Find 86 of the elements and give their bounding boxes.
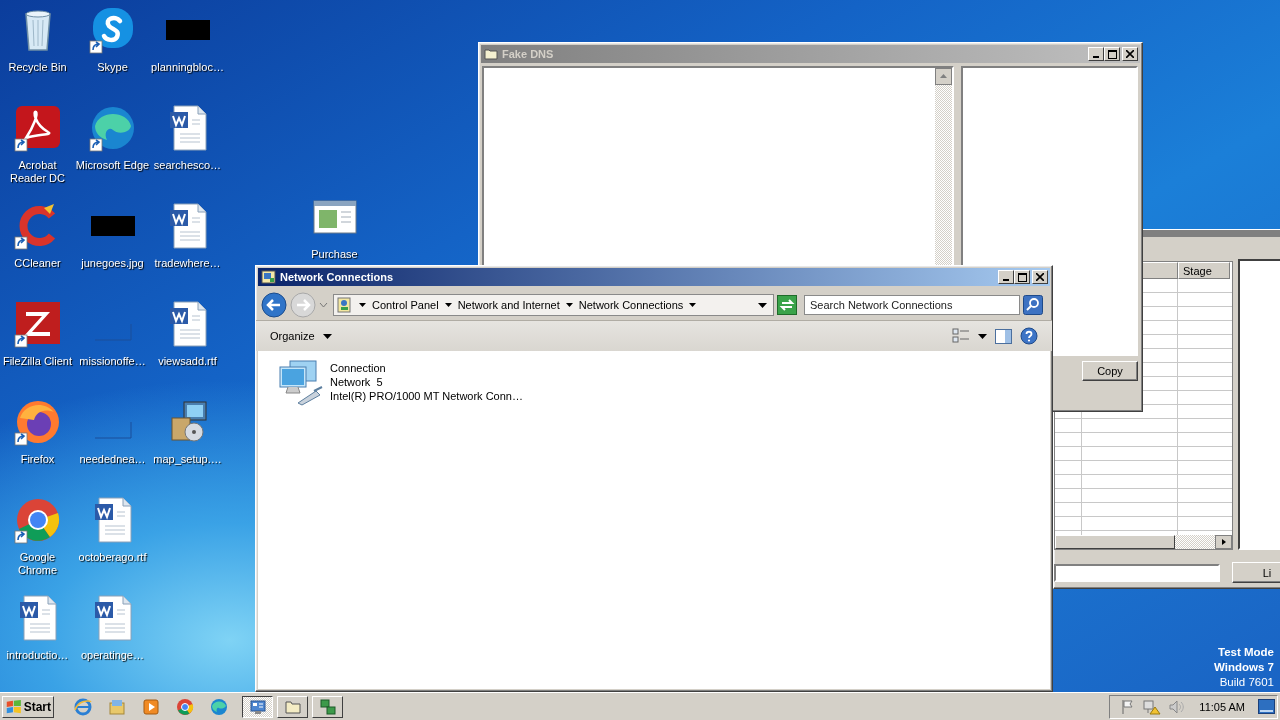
address-bar[interactable]: Control Panel Network and Internet Network Connections — [333, 294, 774, 316]
control-panel-icon — [337, 297, 353, 313]
help-icon[interactable] — [1020, 327, 1038, 345]
close-button[interactable] — [1032, 270, 1048, 284]
icon-label: Microsoft Edge — [75, 159, 150, 172]
search-button[interactable] — [1023, 295, 1043, 315]
system-watermark-text: Test Mode — [1218, 645, 1274, 660]
icon-label: operatinge… — [80, 649, 145, 662]
column-header[interactable] — [1142, 262, 1178, 279]
breadcrumb-item[interactable]: Control Panel — [372, 299, 439, 311]
dropdown-caret-icon[interactable] — [758, 302, 767, 308]
icon-label: missionoffe… — [78, 355, 147, 368]
copy-button[interactable]: Copy — [1082, 361, 1138, 381]
horizontal-scrollbar[interactable] — [1055, 535, 1232, 549]
close-button[interactable] — [1122, 47, 1138, 61]
action-button[interactable]: Li — [1232, 562, 1280, 583]
wave-logo-icon[interactable] — [88, 104, 137, 152]
icon-label: planningbloc… — [150, 61, 225, 74]
caret-icon[interactable] — [444, 303, 452, 307]
clock[interactable]: 11:05 AM — [1199, 700, 1245, 713]
icon-label: octoberago.rtf — [77, 551, 148, 564]
window-icon — [261, 270, 276, 284]
maximize-button[interactable] — [1104, 47, 1120, 61]
caret-icon[interactable] — [359, 303, 366, 307]
icon-label: Google Chrome — [16, 551, 59, 577]
preview-pane-icon[interactable] — [995, 328, 1012, 344]
icon-label: map_setup.… — [152, 453, 223, 466]
input-field[interactable] — [1054, 563, 1220, 582]
icon-label: viewsadd.rtf — [157, 355, 218, 368]
icon-label: needednea… — [78, 453, 147, 466]
system-watermark-text: Windows 7 — [1214, 660, 1274, 675]
icon-label: introductio… — [5, 649, 70, 662]
pdf-logo-icon[interactable] — [13, 104, 62, 152]
connection-name: Connection — [330, 361, 387, 375]
network-window-icon — [249, 698, 266, 715]
window-icon — [484, 48, 498, 60]
search-field[interactable]: Search Network Connections — [804, 295, 1020, 315]
icon-label: Purchase — [310, 248, 359, 261]
minimize-button[interactable] — [1088, 47, 1104, 61]
icon-label: Recycle Bin — [7, 61, 68, 74]
window-title: Network Connections — [280, 271, 394, 283]
breadcrumb-item[interactable]: Network and Internet — [457, 299, 560, 311]
maximize-button[interactable] — [1014, 270, 1030, 284]
browser-e-icon[interactable] — [74, 697, 92, 716]
maximize-icon — [1017, 272, 1027, 282]
fox-globe-icon[interactable] — [13, 398, 62, 446]
maximize-icon — [1107, 49, 1117, 59]
show-desktop-button[interactable] — [1258, 699, 1275, 714]
scroll-right-button[interactable] — [1215, 535, 1232, 549]
zigzag-logo-icon[interactable] — [13, 300, 62, 348]
column-header[interactable]: Stage — [1178, 262, 1230, 279]
caret-icon[interactable] — [689, 303, 697, 307]
icon-label: FileZilla Client — [1, 355, 74, 368]
icon-label: searchesco… — [152, 159, 223, 172]
icon-label: tradewhere… — [153, 257, 222, 270]
icon-label: Acrobat Reader DC — [9, 159, 66, 185]
icon-label: Skype — [96, 61, 129, 74]
vertical-scrollbar[interactable] — [935, 68, 952, 265]
media-player-icon[interactable] — [142, 697, 160, 716]
system-watermark-text: Build 7601 — [1219, 675, 1274, 690]
close-icon — [1126, 50, 1134, 58]
organize-button[interactable]: Organize — [266, 328, 336, 344]
windows-flag-icon — [5, 697, 23, 716]
start-button[interactable]: Start — [2, 695, 54, 718]
network-name: Network 5 — [330, 375, 384, 389]
refresh-button[interactable] — [777, 295, 797, 315]
network-computers-icon — [319, 698, 336, 715]
scroll-up-button[interactable] — [935, 68, 952, 85]
view-options-icon[interactable] — [952, 328, 970, 344]
ring-logo-icon[interactable] — [13, 496, 62, 544]
breadcrumb-item[interactable]: Network Connections — [578, 299, 684, 311]
icon-label: CCleaner — [13, 257, 62, 270]
ring-logo-icon[interactable] — [176, 697, 194, 716]
back-button[interactable] — [261, 292, 287, 318]
network-adapter-icon[interactable] — [276, 359, 324, 407]
icon-label: Firefox — [19, 453, 56, 466]
minimize-button[interactable] — [998, 270, 1014, 284]
close-icon — [1036, 273, 1044, 281]
taskbar-button[interactable] — [242, 695, 273, 718]
window-title: Fake DNS — [502, 48, 554, 60]
caret-icon — [322, 333, 332, 339]
caret-icon[interactable] — [565, 303, 573, 307]
icon-label: junegoes.jpg — [80, 257, 145, 270]
caret-icon[interactable] — [978, 333, 987, 339]
adapter-name: Intel(R) PRO/1000 MT Network Conn… — [330, 389, 523, 403]
folder-icon — [284, 698, 301, 715]
